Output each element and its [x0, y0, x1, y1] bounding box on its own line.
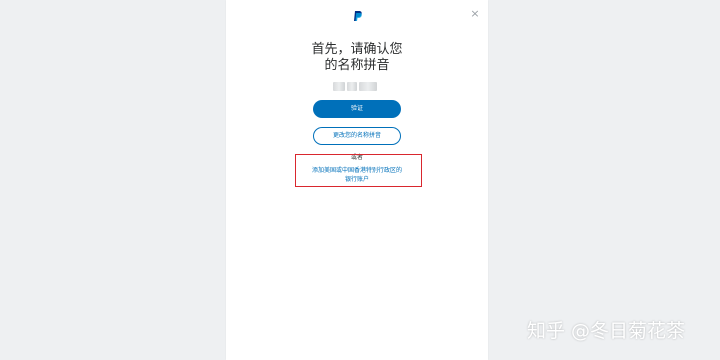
page-background: × 首先，请确认您 的名称拼音 验证 更改您的名称拼音 或者 添加美国或中国香港… — [0, 0, 720, 360]
close-icon[interactable]: × — [469, 8, 481, 20]
highlight-annotation-box — [295, 154, 422, 187]
verify-button[interactable]: 验证 — [313, 100, 401, 118]
watermark: 知乎 @冬日菊花茶 — [527, 320, 686, 342]
paypal-logo-icon — [354, 11, 362, 21]
blurred-name-segment — [347, 82, 357, 91]
title-line-1: 首先，请确认您 — [311, 42, 403, 57]
page-title: 首先，请确认您 的名称拼音 — [300, 42, 414, 74]
title-line-2: 的名称拼音 — [324, 58, 390, 73]
blurred-name-segment — [333, 82, 345, 91]
blurred-name — [333, 82, 379, 91]
change-name-button[interactable]: 更改您的名称拼音 — [313, 127, 401, 145]
blurred-name-segment — [359, 82, 377, 91]
